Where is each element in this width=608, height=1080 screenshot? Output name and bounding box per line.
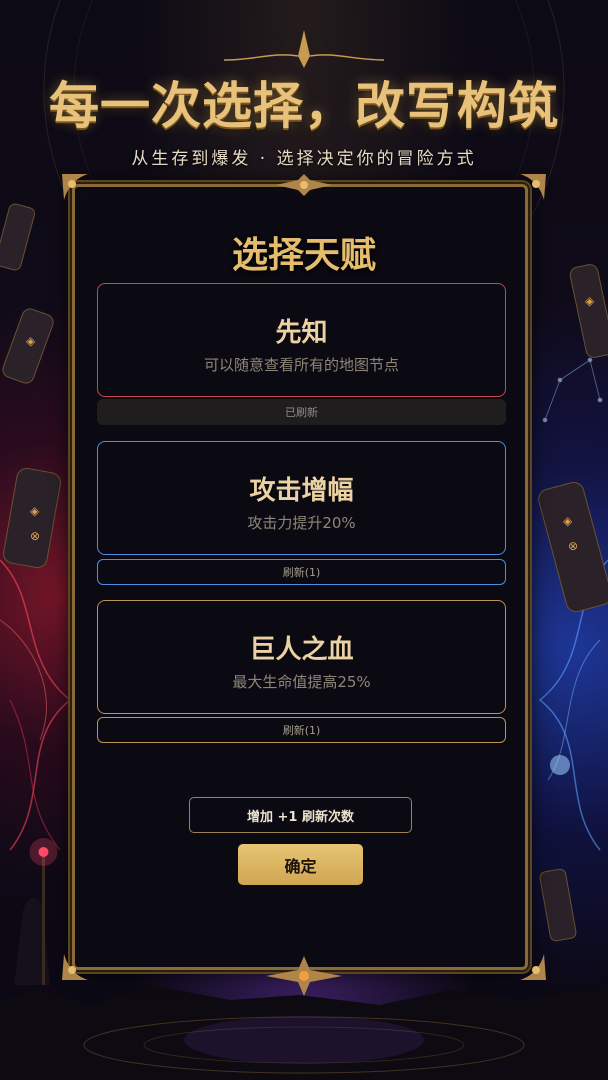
frame-corner-bottom-left-icon [62, 954, 88, 980]
svg-text:◈: ◈ [585, 294, 595, 308]
talent-card-attack-boost[interactable]: 攻击增幅 攻击力提升20% [97, 441, 506, 555]
svg-text:◈: ◈ [30, 504, 40, 518]
refresh-button-giant-blood[interactable]: 刷新(1) [97, 717, 506, 743]
frame-top-gem-icon [276, 174, 332, 196]
refresh-button-attack-boost[interactable]: 刷新(1) [97, 559, 506, 585]
frame-bottom-gem-icon [266, 956, 342, 996]
talent-description: 最大生命值提高25% [232, 673, 371, 691]
frame-corner-bottom-right-icon [520, 954, 546, 980]
talent-description: 可以随意查看所有的地图节点 [203, 356, 399, 374]
talent-card-prophet[interactable]: 先知 可以随意查看所有的地图节点 [97, 283, 506, 397]
svg-text:⊗: ⊗ [568, 539, 578, 553]
frame-corner-top-left-icon [62, 174, 88, 200]
promo-headline: 每一次选择，改写构筑 [49, 76, 559, 135]
svg-text:◈: ◈ [26, 334, 36, 348]
talent-name: 巨人之血 [249, 635, 354, 665]
svg-text:◈: ◈ [563, 514, 573, 528]
confirm-button[interactable]: 确定 [238, 844, 363, 885]
add-refresh-count-button[interactable]: 增加 +1 刷新次数 [189, 797, 412, 833]
svg-text:⊗: ⊗ [30, 529, 40, 543]
promo-subline: 从生存到爆发 · 选择决定你的冒险方式 [131, 149, 477, 169]
talent-card-giant-blood[interactable]: 巨人之血 最大生命值提高25% [97, 600, 506, 714]
frame-corner-top-right-icon [520, 174, 546, 200]
talent-name: 攻击增幅 [249, 476, 354, 506]
refresh-button-prophet[interactable]: 已刷新 [97, 399, 506, 425]
panel-title: 选择天赋 [231, 235, 376, 276]
talent-name: 先知 [275, 318, 328, 348]
frame-top-ornament-icon [224, 30, 384, 68]
talent-description: 攻击力提升20% [247, 514, 356, 532]
